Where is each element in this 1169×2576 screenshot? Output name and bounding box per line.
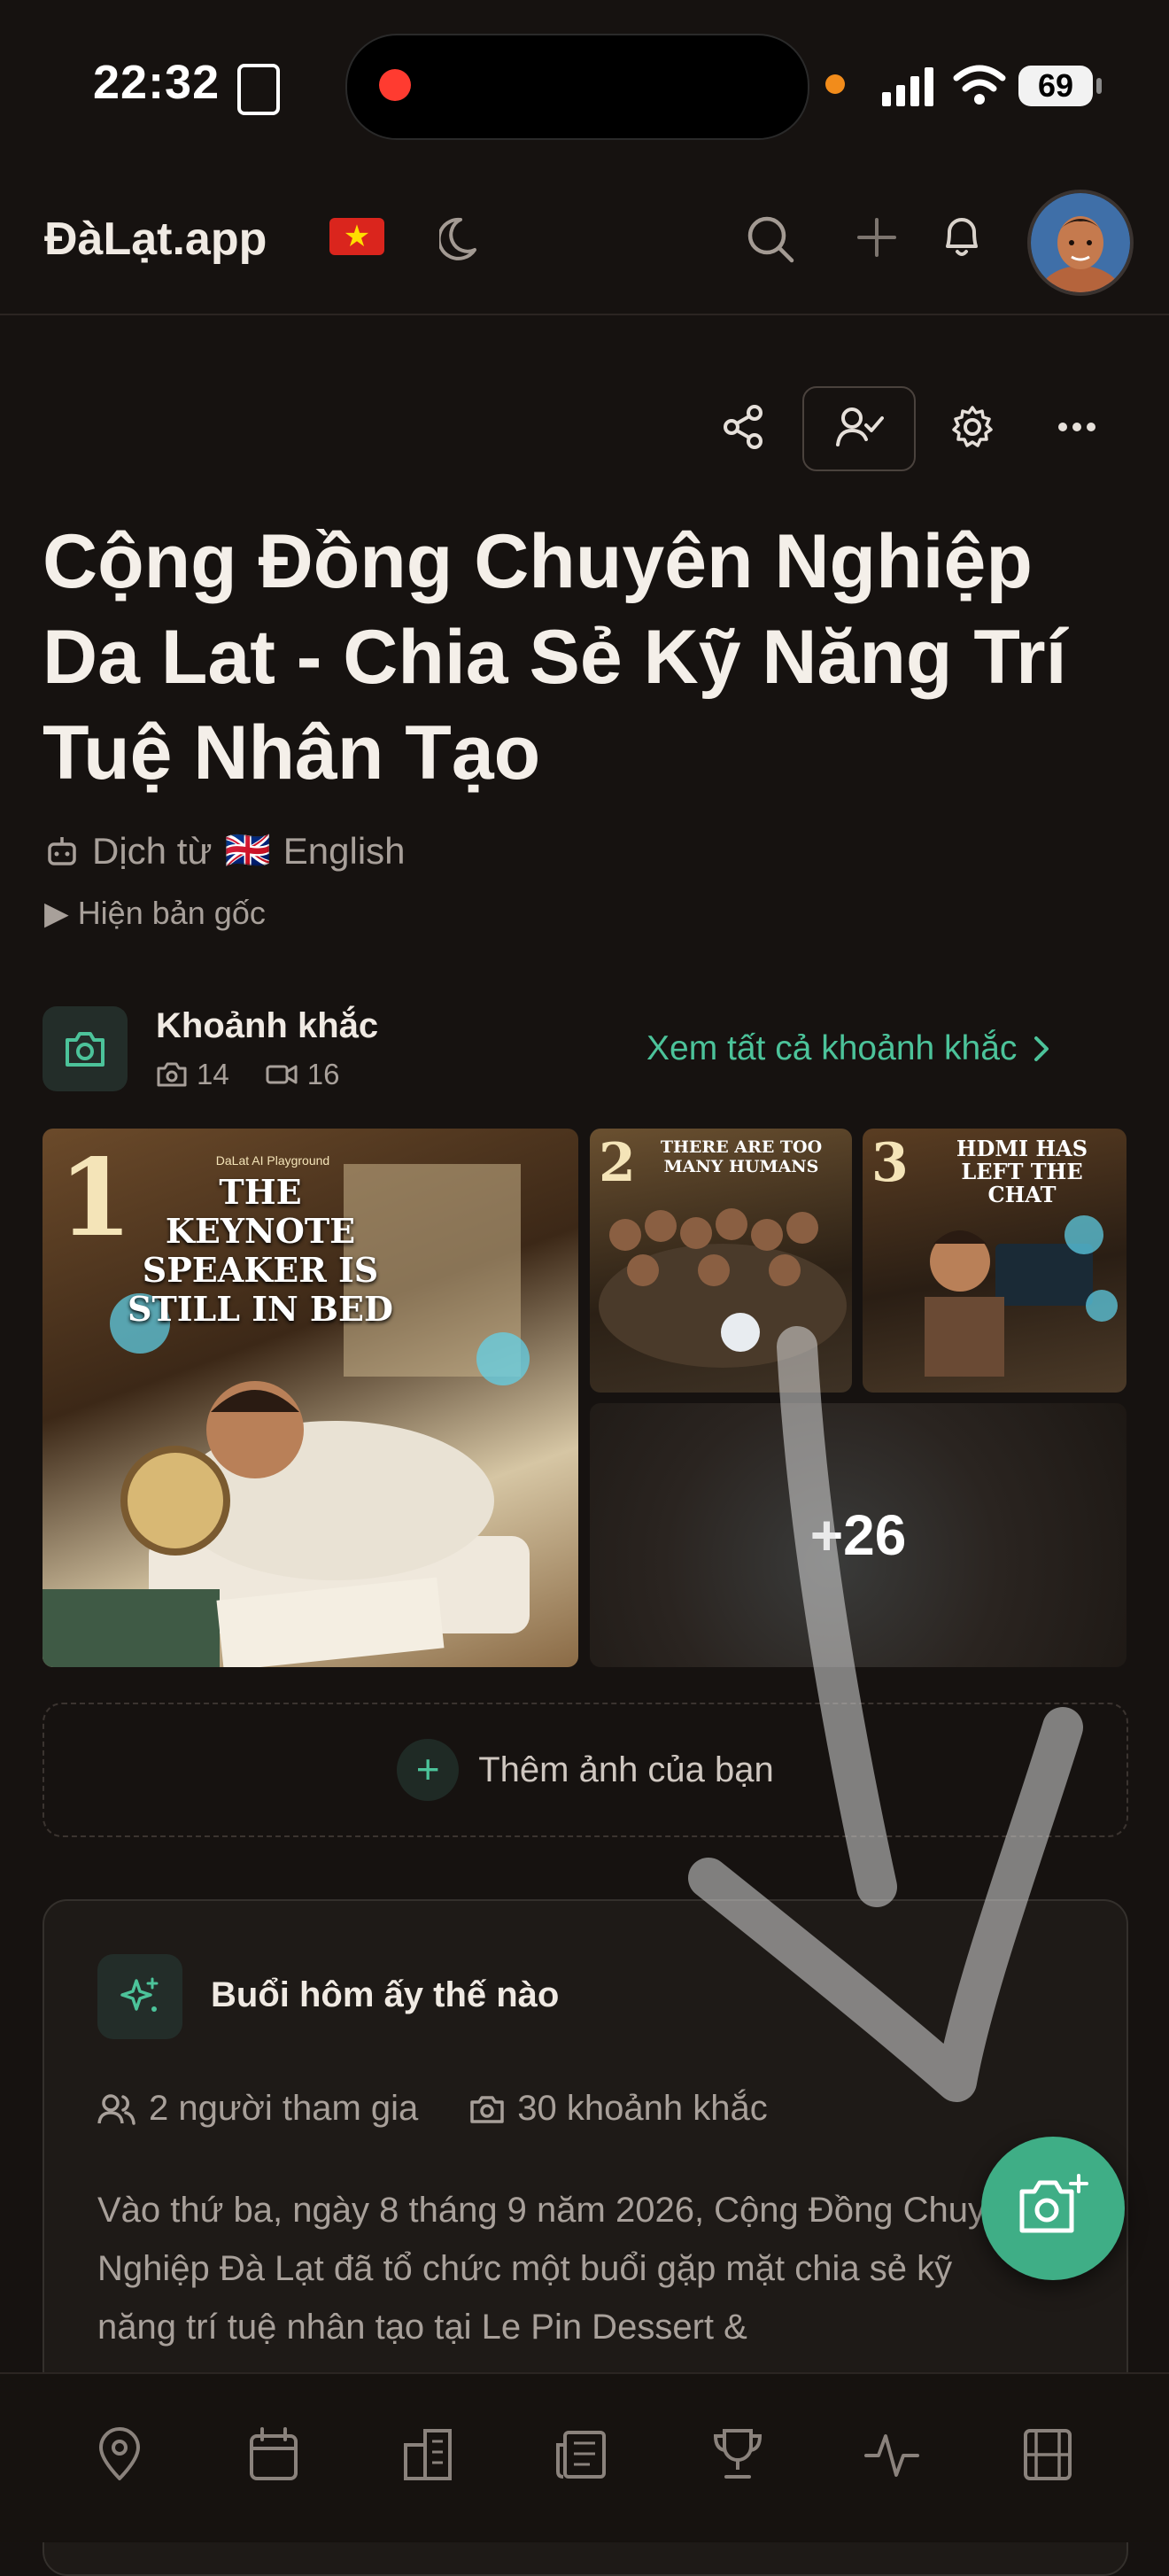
show-original-toggle[interactable]: ▶ Hiện bản gốc: [44, 895, 266, 932]
photo-2-caption: THERE ARE TOO MANY HUMANS: [660, 1137, 823, 1176]
status-time: 22:32: [93, 56, 221, 109]
recap-description: Vào thứ ba, ngày 8 tháng 9 năm 2026, Cộn…: [97, 2191, 1026, 2347]
add-photo-label: Thêm ảnh của bạn: [478, 1750, 774, 1789]
plus-icon[interactable]: [855, 216, 898, 259]
see-all-moments-link[interactable]: Xem tất cả khoảnh khắc: [646, 1029, 1050, 1068]
dynamic-island: [345, 34, 809, 140]
gear-icon[interactable]: [949, 404, 995, 450]
film-icon[interactable]: [1017, 2424, 1079, 2486]
mic-indicator: [825, 74, 845, 94]
calendar-icon[interactable]: [243, 2424, 305, 2486]
video-count: 16: [306, 1058, 340, 1090]
more-photos-tile[interactable]: +26: [590, 1403, 1126, 1667]
moment-photo-2[interactable]: 2 THERE ARE TOO MANY HUMANS: [590, 1129, 852, 1393]
photo-2-number: 2: [599, 1132, 636, 1194]
buildings-icon[interactable]: [397, 2424, 459, 2486]
recording-indicator: [379, 69, 411, 101]
photo-1-brand: DaLat AI Playground: [215, 1153, 330, 1168]
photo-1-number: 1: [58, 1136, 133, 1261]
more-icon[interactable]: [1057, 422, 1096, 432]
translation-info: Dịch từ 🇬🇧 English: [44, 829, 406, 873]
follow-user-icon: [836, 407, 884, 446]
more-photos-count: +26: [809, 1503, 907, 1567]
follow-button[interactable]: [802, 386, 916, 471]
trophy-icon[interactable]: [707, 2424, 769, 2486]
wifi-icon: [953, 65, 1006, 105]
moon-icon[interactable]: [439, 214, 489, 264]
map-pin-icon[interactable]: [89, 2424, 151, 2486]
video-count-icon: [266, 1065, 298, 1084]
user-avatar[interactable]: [1027, 190, 1134, 296]
moment-photo-1[interactable]: 1 DaLat AI Playground THE KEYNOTE SPEAKE…: [43, 1129, 578, 1667]
recap-moment-count: 30 khoảnh khắc: [517, 2089, 768, 2128]
photo-3-caption: HDMI HAS LEFT THE CHAT: [956, 1136, 1088, 1207]
translated-prefix: Dịch từ: [92, 829, 213, 872]
camera-icon: [66, 1032, 105, 1067]
camera-icon: [470, 2095, 505, 2123]
search-icon[interactable]: [744, 213, 797, 266]
photo-3-number: 3: [871, 1132, 909, 1194]
recap-stats: 2 người tham gia 30 khoảnh khắc: [97, 2089, 768, 2129]
moments-icon-box: [43, 1006, 128, 1091]
camera-plus-icon: [1019, 2174, 1088, 2233]
chevron-right-icon: [1034, 1036, 1049, 1061]
battery-tip: [1096, 78, 1102, 94]
share-icon[interactable]: [721, 404, 767, 450]
newspaper-icon[interactable]: [551, 2424, 613, 2486]
plus-icon: +: [397, 1739, 460, 1801]
brand-logo[interactable]: ĐàLạt.app: [44, 213, 267, 266]
see-all-label: Xem tất cả khoảnh khắc: [646, 1029, 1018, 1067]
translated-language: English: [283, 829, 406, 872]
moments-title: Khoảnh khắc: [156, 1006, 379, 1045]
attendee-count: 2 người tham gia: [149, 2089, 419, 2128]
users-icon: [97, 2093, 135, 2125]
translated-flag: 🇬🇧: [224, 829, 271, 871]
recap-icon-box: [97, 1954, 182, 2039]
lock-screen-icon: [237, 64, 280, 115]
moment-photo-3[interactable]: 3 HDMI HAS LEFT THE CHAT: [863, 1129, 1126, 1393]
robot-icon: [48, 836, 76, 865]
add-your-photo-button[interactable]: + Thêm ảnh của bạn: [43, 1703, 1128, 1837]
cellular-signal-icon: [882, 67, 933, 106]
activity-icon[interactable]: [861, 2424, 923, 2486]
battery-indicator: 69: [1018, 66, 1093, 106]
bell-icon[interactable]: [939, 213, 985, 262]
recap-title: Buổi hôm ấy thế nào: [211, 1975, 560, 2014]
add-moment-fab[interactable]: [981, 2137, 1125, 2280]
language-flag[interactable]: ★: [329, 218, 384, 255]
photo-count-icon: [157, 1062, 187, 1087]
photo-1-caption: THE KEYNOTE SPEAKER IS STILL IN BED: [128, 1172, 393, 1329]
photo-count: 14: [197, 1058, 229, 1090]
moments-counts: 14 16: [156, 1058, 339, 1091]
header-divider: [0, 314, 1169, 315]
post-title: Cộng Đồng Chuyên Nghiệp Da Lat - Chia Sẻ…: [43, 519, 1067, 795]
sparkles-icon: [120, 1977, 159, 2012]
